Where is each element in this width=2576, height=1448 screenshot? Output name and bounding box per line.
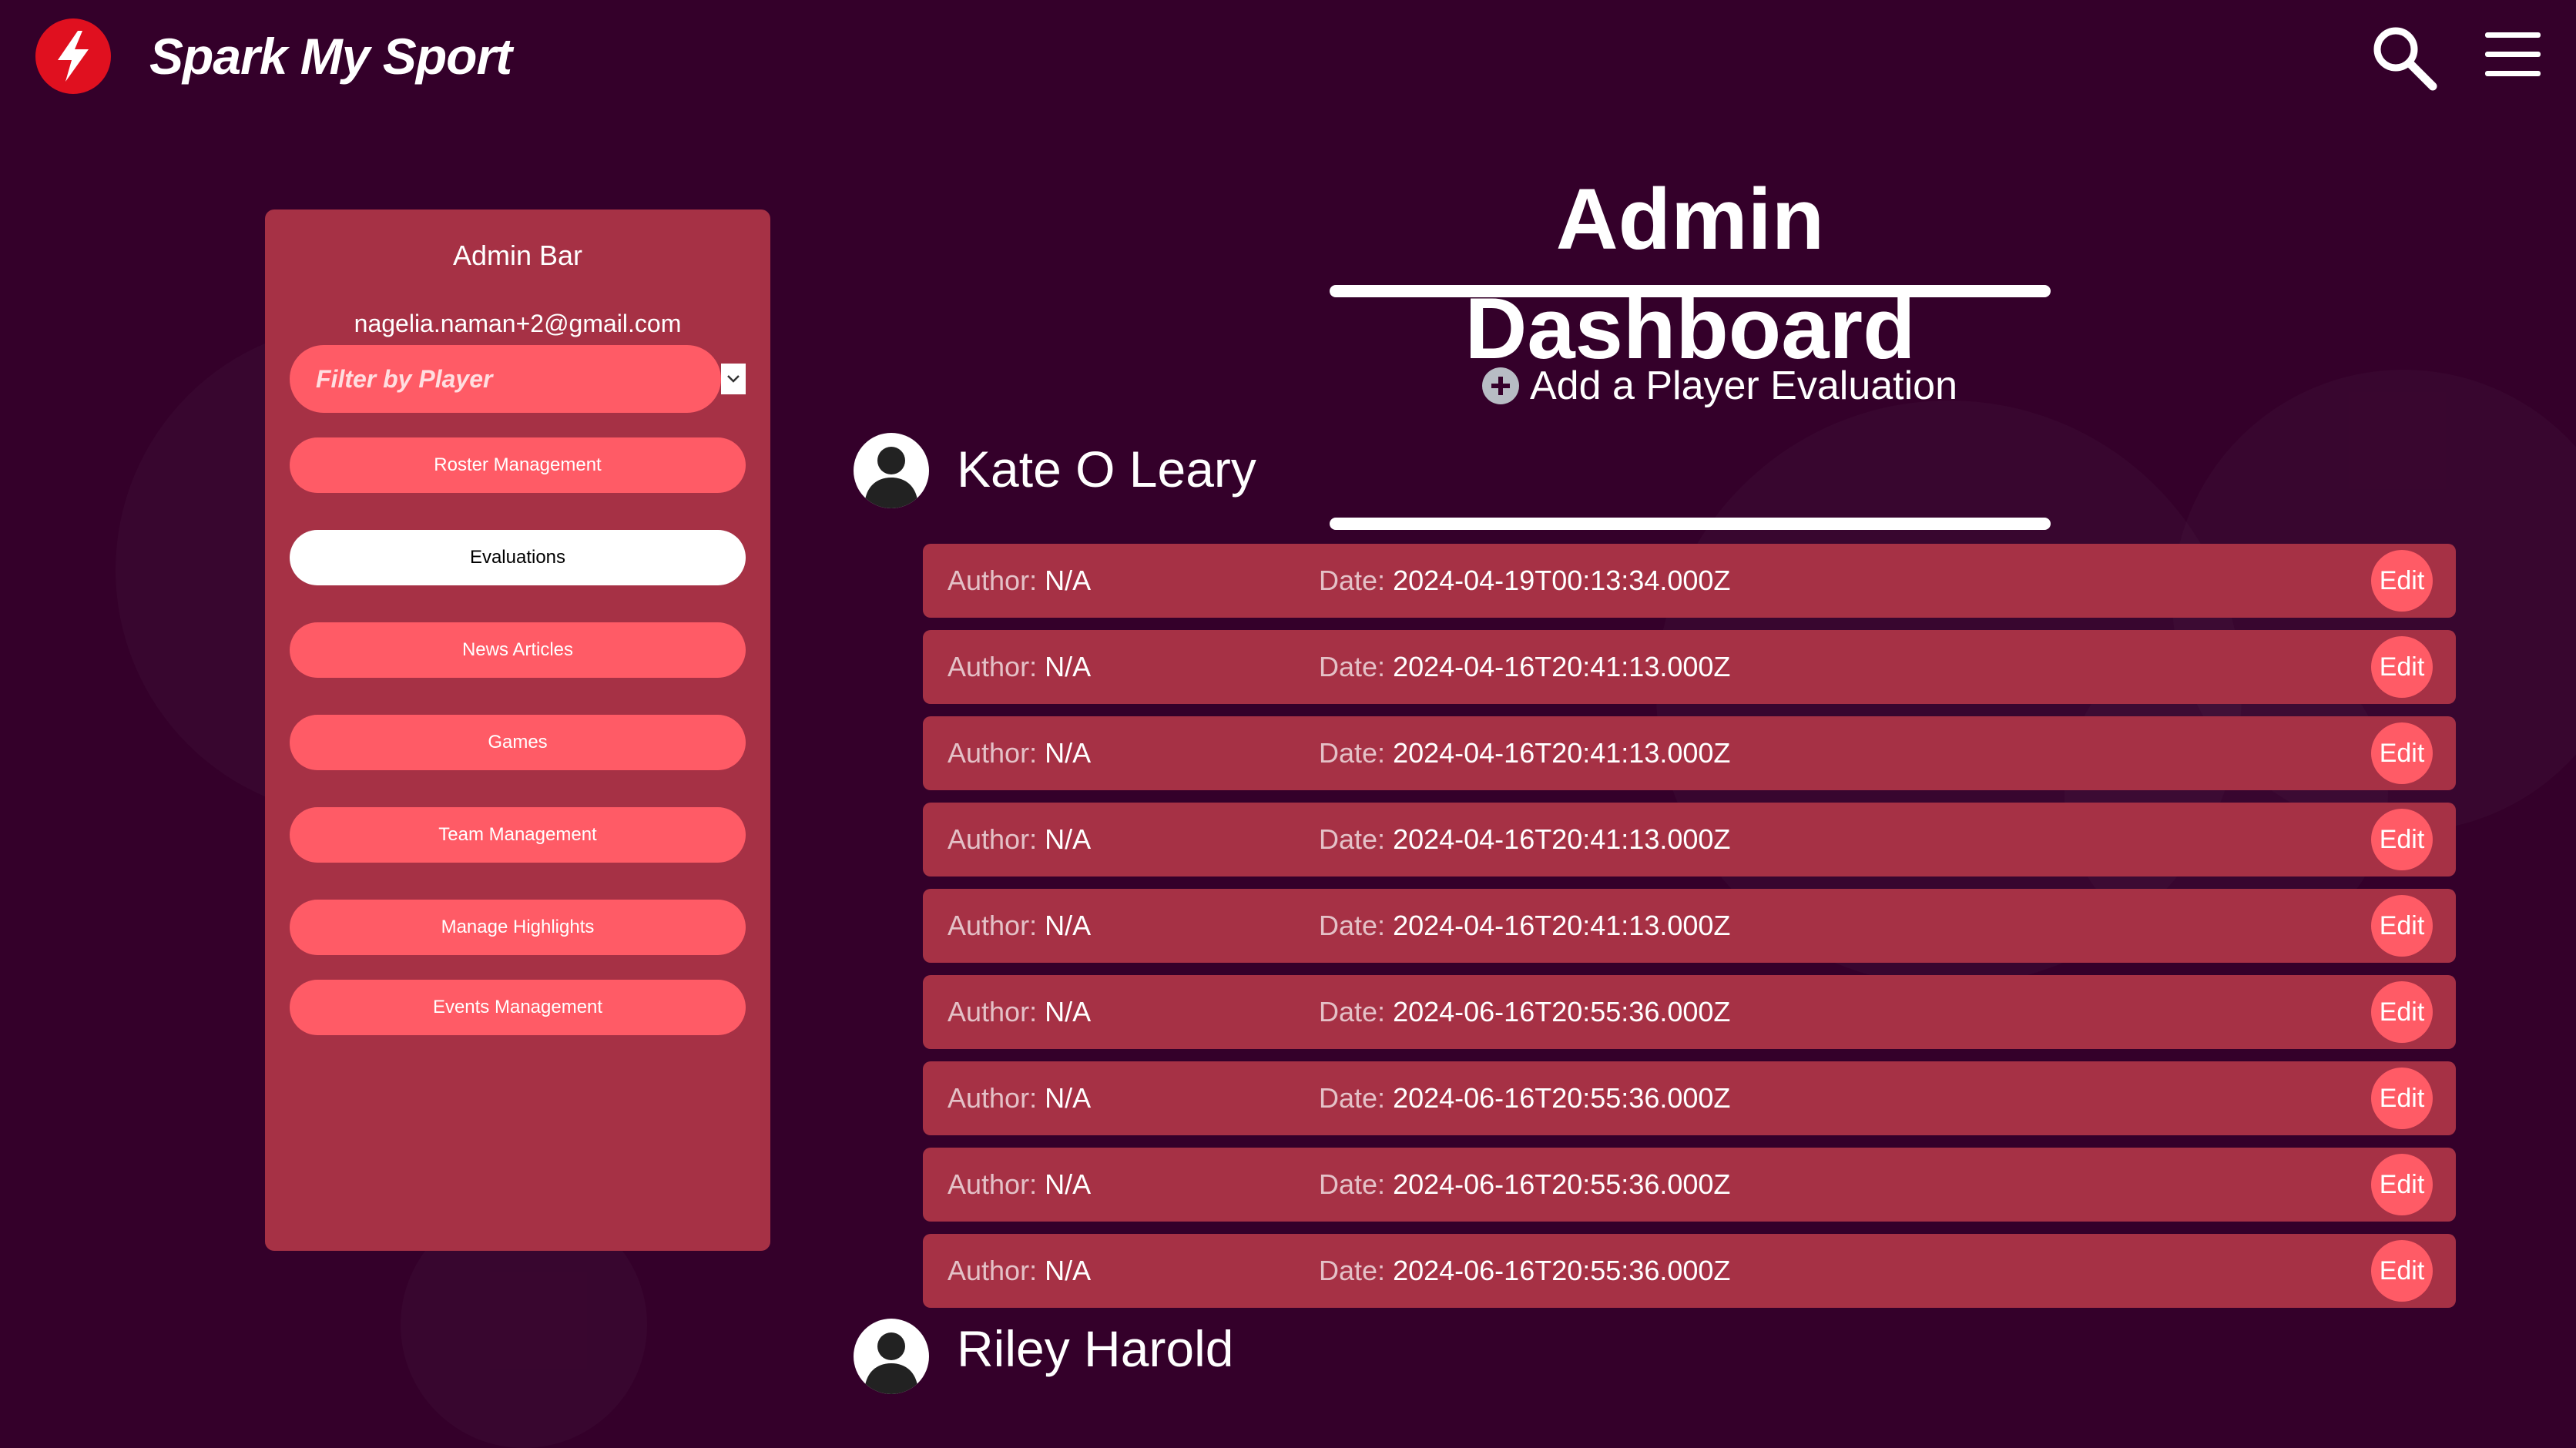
- lightning-bolt-icon: [58, 31, 89, 82]
- edit-button[interactable]: Edit: [2371, 722, 2433, 784]
- sidebar-item-events-management[interactable]: Events Management: [290, 980, 746, 1035]
- edit-button[interactable]: Edit: [2371, 895, 2433, 957]
- author-value: N/A: [1045, 651, 1092, 682]
- app-logo[interactable]: [35, 18, 111, 94]
- search-button[interactable]: [2370, 23, 2439, 92]
- date-label: Date:: [1319, 1255, 1386, 1286]
- search-icon: [2373, 27, 2437, 91]
- edit-button[interactable]: Edit: [2371, 1154, 2433, 1215]
- date-label: Date:: [1319, 737, 1386, 769]
- author-value: N/A: [1045, 823, 1092, 855]
- sidebar-title: Admin Bar: [452, 240, 583, 271]
- date-value: 2024-04-16T20:41:13.000Z: [1393, 823, 1731, 855]
- date-label: Date:: [1319, 1082, 1386, 1114]
- sidebar-item-manage-highlights[interactable]: Manage Highlights: [290, 900, 746, 955]
- date-label: Date:: [1319, 910, 1386, 941]
- author-label: Author:: [948, 1255, 1038, 1286]
- user-email: nagelia.naman+2@gmail.com: [354, 310, 682, 337]
- author-label: Author:: [948, 910, 1038, 941]
- edit-button[interactable]: Edit: [2371, 636, 2433, 698]
- author-value: N/A: [1045, 996, 1092, 1027]
- author-value: N/A: [1045, 1082, 1092, 1114]
- sidebar-item-games[interactable]: Games: [290, 715, 746, 770]
- player-avatar: [854, 433, 929, 508]
- edit-button[interactable]: Edit: [2371, 981, 2433, 1043]
- date-label: Date:: [1319, 651, 1386, 682]
- brand-name[interactable]: Spark My Sport: [149, 23, 512, 89]
- person-silhouette-icon: [864, 447, 918, 508]
- sidebar-item-news-articles[interactable]: News Articles: [290, 622, 746, 678]
- edit-button[interactable]: Edit: [2371, 1068, 2433, 1129]
- filter-dropdown-toggle[interactable]: [721, 364, 746, 394]
- date-value: 2024-04-19T00:13:34.000Z: [1393, 565, 1731, 596]
- sidebar-item-evaluations[interactable]: Evaluations: [290, 530, 746, 585]
- page-title: Admin Dashboard: [1464, 171, 1916, 377]
- evaluation-row: Author: N/A Date: 2024-06-16T20:55:36.00…: [923, 1148, 2456, 1222]
- author-value: N/A: [1045, 565, 1092, 596]
- evaluation-row: Author: N/A Date: 2024-04-16T20:41:13.00…: [923, 889, 2456, 963]
- hamburger-menu-icon: [2485, 32, 2541, 76]
- person-silhouette-icon: [864, 1332, 918, 1394]
- evaluation-row: Author: N/A Date: 2024-04-16T20:41:13.00…: [923, 630, 2456, 704]
- date-label: Date:: [1319, 565, 1386, 596]
- author-label: Author:: [948, 996, 1038, 1027]
- author-label: Author:: [948, 1082, 1038, 1114]
- date-value: 2024-06-16T20:55:36.000Z: [1393, 1082, 1731, 1114]
- author-value: N/A: [1045, 737, 1092, 769]
- title-divider: [1330, 285, 2051, 297]
- evaluation-row: Author: N/A Date: 2024-04-16T20:41:13.00…: [923, 716, 2456, 790]
- filter-by-player-input[interactable]: [290, 345, 721, 413]
- player-avatar: [854, 1319, 929, 1394]
- evaluation-row: Author: N/A Date: 2024-06-16T20:55:36.00…: [923, 1234, 2456, 1308]
- author-label: Author:: [948, 823, 1038, 855]
- plus-circle-icon: [1482, 367, 1519, 404]
- player-name[interactable]: Kate O Leary: [957, 434, 1256, 504]
- add-player-evaluation-label: Add a Player Evaluation: [1530, 364, 1958, 408]
- author-value: N/A: [1045, 910, 1092, 941]
- menu-button[interactable]: [2484, 28, 2542, 82]
- evaluation-row: Author: N/A Date: 2024-04-19T00:13:34.00…: [923, 544, 2456, 618]
- date-value: 2024-06-16T20:55:36.000Z: [1393, 996, 1731, 1027]
- add-player-evaluation-button[interactable]: Add a Player Evaluation: [1482, 359, 1957, 413]
- evaluation-row: Author: N/A Date: 2024-06-16T20:55:36.00…: [923, 975, 2456, 1049]
- player-name[interactable]: Riley Harold: [957, 1314, 1233, 1383]
- player-divider: [1330, 518, 2051, 530]
- author-label: Author:: [948, 565, 1038, 596]
- author-value: N/A: [1045, 1255, 1092, 1286]
- author-value: N/A: [1045, 1168, 1092, 1200]
- author-label: Author:: [948, 737, 1038, 769]
- date-value: 2024-04-16T20:41:13.000Z: [1393, 651, 1731, 682]
- date-value: 2024-04-16T20:41:13.000Z: [1393, 910, 1731, 941]
- evaluation-row: Author: N/A Date: 2024-06-16T20:55:36.00…: [923, 1061, 2456, 1135]
- sidebar-item-team-management[interactable]: Team Management: [290, 807, 746, 863]
- sidebar-item-roster-management[interactable]: Roster Management: [290, 437, 746, 493]
- date-label: Date:: [1319, 1168, 1386, 1200]
- date-value: 2024-06-16T20:55:36.000Z: [1393, 1255, 1731, 1286]
- date-value: 2024-06-16T20:55:36.000Z: [1393, 1168, 1731, 1200]
- date-label: Date:: [1319, 996, 1386, 1027]
- date-value: 2024-04-16T20:41:13.000Z: [1393, 737, 1731, 769]
- author-label: Author:: [948, 651, 1038, 682]
- chevron-down-icon: [727, 375, 740, 383]
- evaluation-row: Author: N/A Date: 2024-04-16T20:41:13.00…: [923, 803, 2456, 877]
- edit-button[interactable]: Edit: [2371, 809, 2433, 870]
- edit-button[interactable]: Edit: [2371, 550, 2433, 612]
- date-label: Date:: [1319, 823, 1386, 855]
- edit-button[interactable]: Edit: [2371, 1240, 2433, 1302]
- author-label: Author:: [948, 1168, 1038, 1200]
